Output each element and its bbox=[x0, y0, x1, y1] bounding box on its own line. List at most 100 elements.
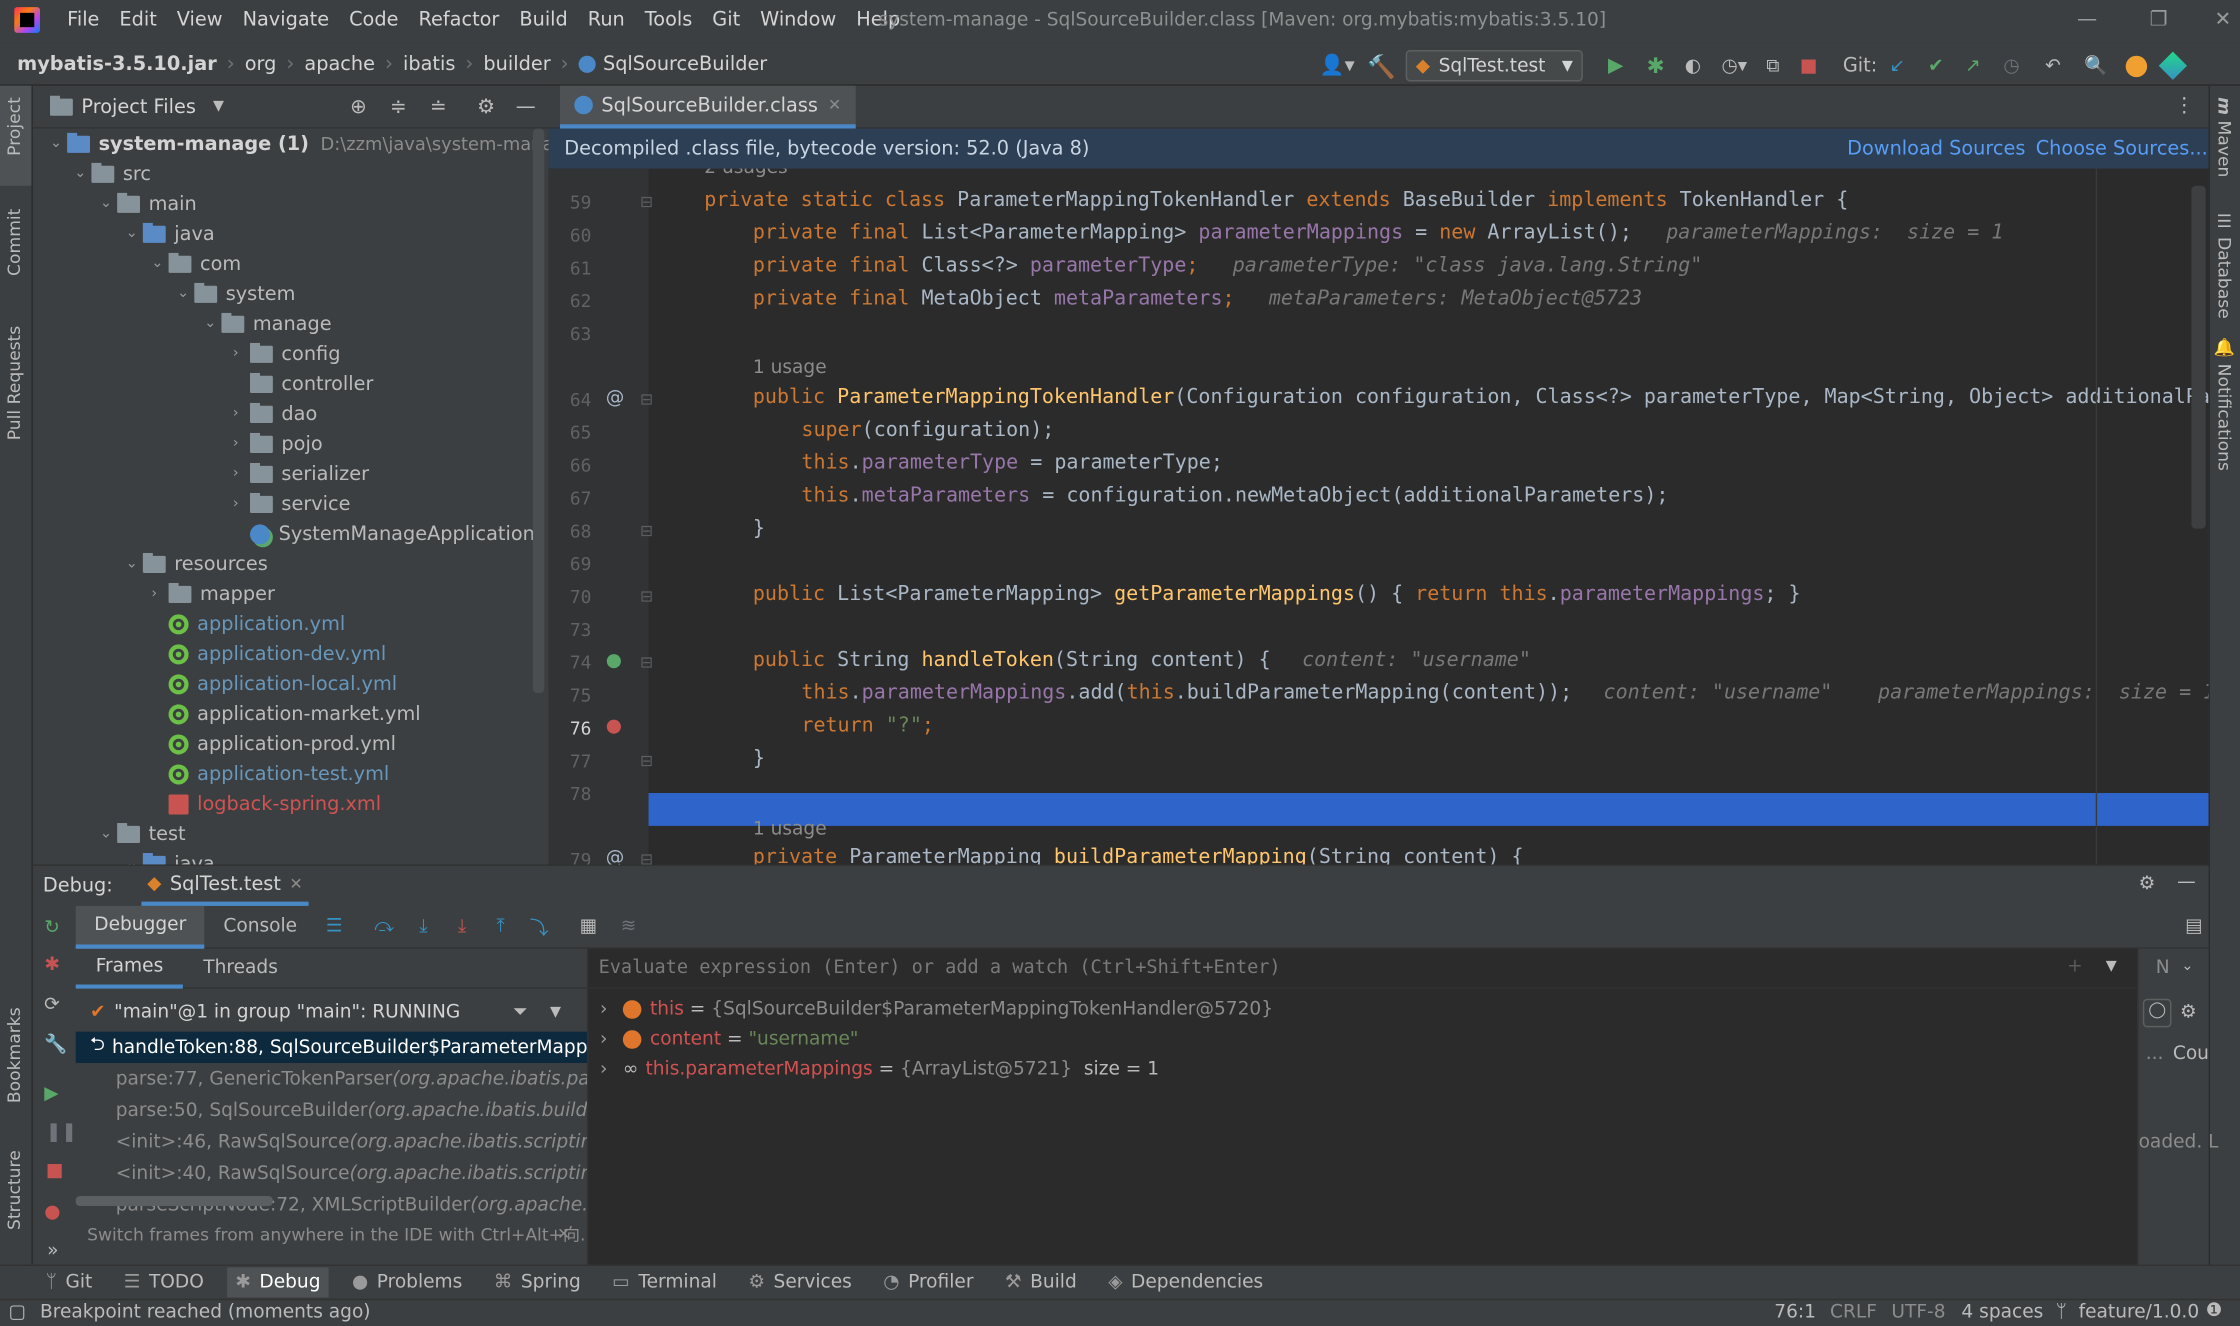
git-push-icon[interactable]: ↗ bbox=[1954, 55, 1991, 76]
chevron-down-icon[interactable]: ▼ bbox=[2106, 959, 2117, 975]
more-icon[interactable]: ⋮ bbox=[2174, 94, 2194, 117]
chevron-down-icon[interactable]: ⌄ bbox=[204, 316, 221, 332]
tree-item[interactable]: application-local.yml bbox=[151, 669, 397, 699]
tree-item[interactable]: ⌄ com bbox=[151, 249, 241, 279]
step-over-icon[interactable]: ⤼ bbox=[364, 916, 404, 937]
menu-file[interactable]: File bbox=[67, 9, 99, 32]
chevron-down-icon[interactable]: ⌄ bbox=[126, 226, 143, 242]
menu-refactor[interactable]: Refactor bbox=[418, 9, 499, 32]
line-separator[interactable]: CRLF bbox=[1830, 1302, 1877, 1323]
tree-item[interactable]: ⌄ system-manage (1) D:\zzm\java\system-man… bbox=[50, 129, 576, 159]
tab-debugger[interactable]: Debugger bbox=[75, 905, 205, 949]
tool-window-todo[interactable]: ☰ TODO bbox=[124, 1272, 204, 1293]
profile-icon[interactable]: 👤▾ bbox=[1317, 54, 1357, 77]
gear-icon[interactable]: ⚙ bbox=[2139, 873, 2156, 894]
search-icon[interactable]: 🔍 bbox=[2074, 55, 2117, 76]
tree-scrollbar[interactable] bbox=[532, 128, 545, 694]
chevron-down-icon[interactable]: ⌄ bbox=[100, 826, 117, 842]
variable-row[interactable]: › content = "username" bbox=[600, 1025, 858, 1054]
menu-tools[interactable]: Tools bbox=[645, 9, 693, 32]
chevron-right-icon[interactable]: › bbox=[233, 436, 250, 452]
tree-item[interactable]: application.yml bbox=[151, 609, 345, 639]
chevron-down-icon[interactable]: ⌄ bbox=[74, 166, 91, 182]
tool-window-terminal[interactable]: ▭ Terminal bbox=[612, 1272, 717, 1293]
tree-item[interactable]: ⌄ java bbox=[126, 219, 215, 249]
breadcrumb-item[interactable]: SqlSourceBuilder bbox=[603, 53, 767, 76]
thread-select[interactable]: ✔ "main"@1 in group "main": RUNNING ⏷ ▼ bbox=[76, 996, 615, 1027]
chevron-right-icon[interactable]: › bbox=[233, 496, 250, 512]
chevron-down-icon[interactable]: ⌄ bbox=[177, 286, 194, 302]
tab-frames[interactable]: Frames bbox=[75, 948, 184, 989]
close-session-icon[interactable]: ✕ bbox=[290, 874, 303, 893]
menu-code[interactable]: Code bbox=[349, 9, 398, 32]
step-out-icon[interactable]: ⤒ bbox=[481, 916, 520, 937]
tool-window-profiler[interactable]: ◔ Profiler bbox=[883, 1272, 973, 1293]
tree-item[interactable]: controller bbox=[233, 369, 373, 399]
tab-console[interactable]: Console bbox=[205, 905, 316, 948]
stack-frame[interactable]: <init>:46, RawSqlSource (org.apache.ibat… bbox=[75, 1125, 615, 1158]
frames-scrollbar[interactable] bbox=[75, 1195, 273, 1206]
editor-scrollbar[interactable] bbox=[2191, 185, 2206, 529]
chevron-down-icon[interactable]: ⌄ bbox=[126, 556, 143, 572]
tool-window-debug[interactable]: ✱ Debug bbox=[226, 1267, 330, 1298]
breadcrumb-item[interactable]: ibatis bbox=[403, 53, 455, 76]
minimize-icon[interactable]: — bbox=[2051, 9, 2122, 32]
update-icon[interactable] bbox=[2117, 55, 2154, 77]
step-into-icon[interactable]: ⤓ bbox=[404, 916, 443, 937]
collapse-all-icon[interactable]: ≐ bbox=[430, 95, 447, 118]
tree-item[interactable]: › service bbox=[233, 489, 351, 519]
editor-tab[interactable]: SqlSourceBuilder.class ✕ bbox=[559, 85, 856, 129]
breadcrumb-item[interactable]: mybatis-3.5.10.jar bbox=[17, 53, 217, 76]
history-icon[interactable]: ◷ bbox=[1992, 55, 2032, 76]
chevron-right-icon[interactable]: › bbox=[600, 998, 623, 1019]
usages-hint[interactable]: 2 usages bbox=[704, 169, 787, 179]
notification-icon[interactable]: ❶ bbox=[2206, 1300, 2223, 1321]
settings-wrench-icon[interactable]: 🔧 bbox=[44, 1035, 67, 1056]
git-update-icon[interactable]: ↙ bbox=[1877, 55, 1917, 76]
structure-tool-tab[interactable]: Structure bbox=[4, 1150, 24, 1230]
chevron-down-icon[interactable]: ⌄ bbox=[2181, 959, 2193, 975]
add-watch-icon[interactable]: + bbox=[2067, 956, 2083, 977]
gear-icon[interactable]: ⚙ bbox=[2180, 1002, 2197, 1023]
chevron-down-icon[interactable]: ⌄ bbox=[50, 136, 67, 152]
gear-icon[interactable]: ⚙ bbox=[477, 95, 495, 118]
tree-item[interactable]: ⌄ system bbox=[177, 279, 295, 309]
database-tool-tab[interactable]: ☰ Database bbox=[2214, 211, 2234, 318]
status-toggle-icon[interactable]: ▢ bbox=[9, 1302, 27, 1323]
debug-icon[interactable]: ✱ bbox=[1637, 53, 1674, 79]
chevron-down-icon[interactable]: ⌄ bbox=[100, 196, 117, 212]
chevron-right-icon[interactable]: › bbox=[233, 406, 250, 422]
rerun-icon[interactable]: ↻ bbox=[44, 917, 60, 938]
menu-run[interactable]: Run bbox=[588, 9, 625, 32]
stack-frame[interactable]: parse:77, GenericTokenParser (org.apache… bbox=[75, 1063, 615, 1095]
coverage-icon[interactable]: ◐ bbox=[1674, 55, 1711, 76]
layout-settings-icon[interactable]: ▤ bbox=[2185, 916, 2203, 937]
download-sources-link[interactable]: Download Sources bbox=[1847, 137, 2025, 160]
tool-window-dependencies[interactable]: ◈ Dependencies bbox=[1108, 1272, 1263, 1293]
tool-window-spring[interactable]: ⌘ Spring bbox=[494, 1272, 581, 1293]
stack-frame[interactable]: parse:50, SqlSourceBuilder (org.apache.i… bbox=[75, 1094, 615, 1126]
profile-run-icon[interactable]: ◷▾ bbox=[1711, 55, 1757, 76]
trace-icon[interactable]: ≋ bbox=[610, 916, 647, 937]
tree-item[interactable]: › pojo bbox=[233, 429, 323, 459]
chevron-right-icon[interactable]: › bbox=[600, 1058, 623, 1079]
rerun-failed-icon[interactable]: ✱ bbox=[44, 954, 60, 975]
tree-item[interactable]: application-market.yml bbox=[151, 699, 421, 729]
attach-icon[interactable]: ⧉ bbox=[1757, 55, 1788, 76]
close-tab-icon[interactable]: ✕ bbox=[828, 96, 841, 115]
menu-navigate[interactable]: Navigate bbox=[243, 9, 330, 32]
search-icon[interactable]: ◯ bbox=[2142, 998, 2172, 1028]
tree-item[interactable]: SystemManageApplication bbox=[233, 519, 535, 549]
stop-icon[interactable]: ■ bbox=[1789, 55, 1829, 76]
chevron-down-icon[interactable]: ▼ bbox=[213, 99, 224, 115]
menu-edit[interactable]: Edit bbox=[119, 9, 156, 32]
chevron-right-icon[interactable]: › bbox=[233, 346, 250, 362]
more-icon[interactable]: » bbox=[47, 1240, 58, 1261]
usages-hint[interactable]: 1 usage bbox=[753, 357, 827, 378]
tree-item[interactable]: ⌄ test bbox=[100, 819, 186, 849]
plugin-icon[interactable] bbox=[2154, 51, 2191, 80]
force-step-into-icon[interactable]: ⤓ bbox=[443, 916, 482, 937]
tool-window-git[interactable]: ᛘ Git bbox=[46, 1272, 93, 1293]
commit-tool-tab[interactable]: Commit bbox=[4, 209, 24, 276]
project-view-select[interactable]: Project Files bbox=[81, 95, 195, 118]
